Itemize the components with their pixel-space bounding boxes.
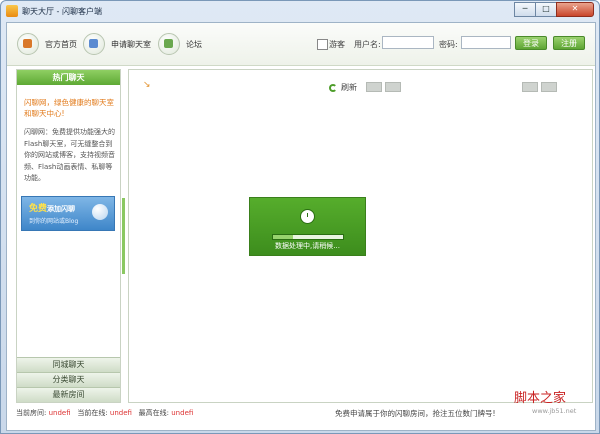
refresh-icon [329, 83, 337, 92]
loading-progress-fill [273, 235, 293, 239]
loading-dialog: 数据处理中,请稍候... [249, 197, 366, 256]
client-area: 官方首页 申请聊天室 论坛 游客 用户名: 密码: 登录 注册 热门聊天 闪聊网… [6, 22, 596, 431]
banner-line1: 添加闪聊 [47, 205, 76, 213]
password-label: 密码: [439, 40, 458, 49]
banner-subtitle: 到你的网站或Blog [29, 218, 79, 225]
close-button[interactable]: ✕ [556, 2, 594, 17]
username-input[interactable] [382, 36, 434, 49]
minimize-button[interactable]: ─ [514, 2, 536, 17]
nav-apply-room[interactable]: 申请聊天室 [83, 32, 151, 56]
home-icon [17, 33, 39, 55]
add-chat-banner[interactable]: 免费添加闪聊 到你的网站或Blog [21, 196, 115, 231]
promo-text[interactable]: 免费申请属于你的闪聊房间，抢注五位数门牌号! [335, 408, 496, 419]
app-logo-icon [6, 5, 18, 17]
forum-icon [158, 33, 180, 55]
chat-bubble-icon [92, 204, 108, 220]
nav-forum[interactable]: 论坛 [158, 32, 202, 56]
watermark-title: 脚本之家 [514, 391, 567, 406]
sidebar-slogan: 闪聊网，绿色健康的聊天室和聊天中心! [24, 98, 114, 118]
nav-home[interactable]: 官方首页 [17, 32, 77, 56]
password-input[interactable] [461, 36, 511, 49]
guest-label: 游客 [329, 40, 345, 49]
maximize-button[interactable]: □ [535, 2, 557, 17]
sidebar-header[interactable]: 热门聊天 [17, 70, 120, 85]
page-next-button[interactable] [385, 82, 401, 92]
banner-title: 免费添加闪聊 [29, 201, 75, 214]
banner-free: 免费 [29, 204, 48, 214]
room-list-panel: ↘ 刷新 数据处理中,请稍候... [128, 69, 593, 403]
status-bar: 当前房间: undefi 当前在线: undefi 最高在线: undefi [16, 408, 193, 418]
tab-category-chat[interactable]: 分类聊天 [17, 372, 120, 387]
login-button[interactable]: 登录 [515, 36, 547, 50]
refresh-label: 刷新 [341, 83, 357, 92]
clock-icon [300, 209, 315, 224]
view-button-2[interactable] [541, 82, 557, 92]
rooms-value: undefi [48, 409, 71, 417]
sidebar: 热门聊天 闪聊网，绿色健康的聊天室和聊天中心! 闪聊网：免费提供功能强大的Fla… [16, 69, 121, 403]
window-controls: ─ □ ✕ [514, 2, 594, 17]
register-button[interactable]: 注册 [553, 36, 585, 50]
tab-newest-rooms[interactable]: 最新房间 [17, 387, 120, 402]
nav-apply-room-label: 申请聊天室 [111, 39, 151, 49]
sidebar-splitter[interactable] [122, 198, 125, 274]
loading-progress-bar [272, 234, 344, 240]
page-prev-button[interactable] [366, 82, 382, 92]
top-toolbar: 官方首页 申请聊天室 论坛 游客 用户名: 密码: 登录 注册 [7, 23, 595, 66]
online-value: undefi [109, 409, 132, 417]
online-label: 当前在线: [77, 409, 108, 417]
watermark-site: www.jb51.net [532, 407, 577, 415]
rooms-label: 当前房间: [16, 409, 47, 417]
max-online-label: 最高在线: [138, 409, 170, 417]
window-title: 聊天大厅 - 闪聊客户端 [22, 7, 102, 16]
arrow-icon[interactable]: ↘ [143, 81, 151, 90]
sidebar-description: 闪聊网：免费提供功能强大的Flash聊天室，可无缝整合到你的网站或博客，支持视频… [24, 128, 115, 182]
app-window: 聊天大厅 - 闪聊客户端 ─ □ ✕ 官方首页 申请聊天室 论坛 游客 用户名: [0, 0, 600, 434]
title-bar: 聊天大厅 - 闪聊客户端 ─ □ ✕ [1, 1, 599, 21]
nav-forum-label: 论坛 [186, 39, 202, 49]
max-online-value: undefi [171, 409, 194, 417]
view-button-1[interactable] [522, 82, 538, 92]
nav-home-label: 官方首页 [45, 39, 77, 49]
refresh-button[interactable]: 刷新 [329, 82, 357, 93]
username-label: 用户名: [354, 40, 381, 49]
guest-checkbox[interactable] [317, 39, 328, 50]
loading-text: 数据处理中,请稍候... [275, 242, 340, 250]
apply-room-icon [83, 33, 105, 55]
tab-local-chat[interactable]: 同城聊天 [17, 357, 120, 372]
